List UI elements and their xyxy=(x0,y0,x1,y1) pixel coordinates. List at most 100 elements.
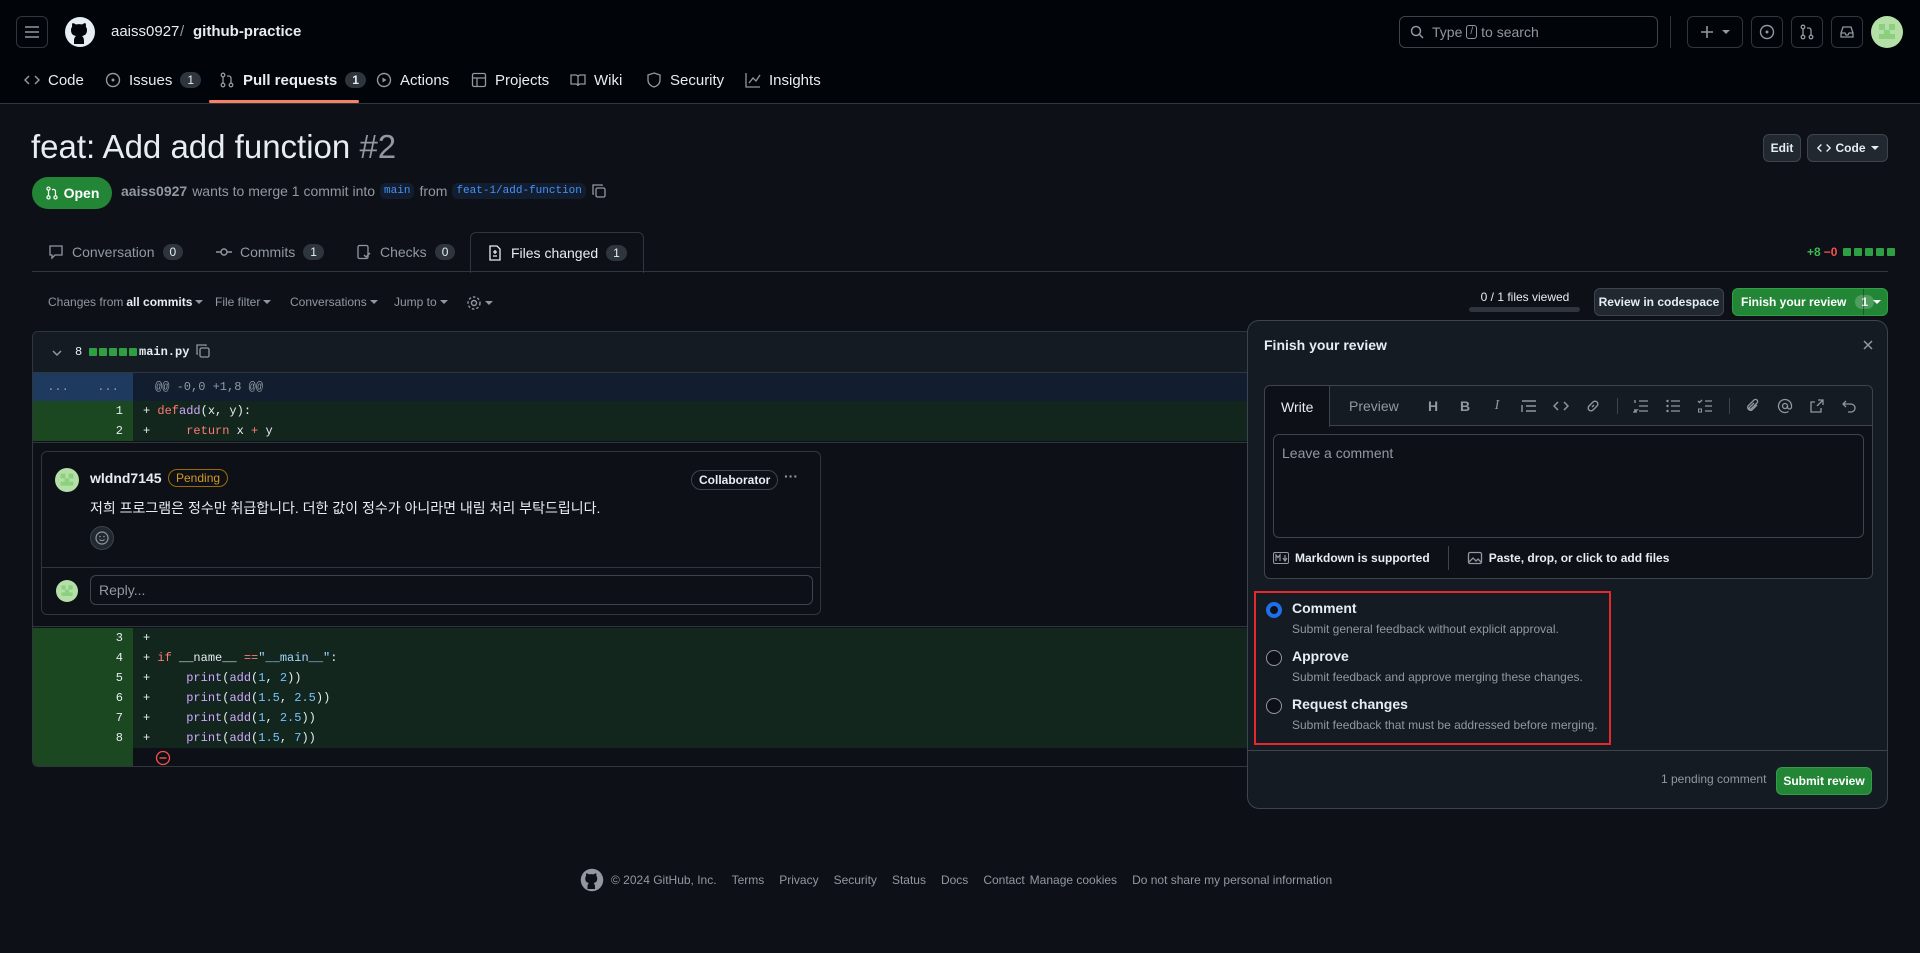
footer-link-docs[interactable]: Docs xyxy=(941,873,968,887)
chevron-down-icon xyxy=(263,300,272,304)
quote-icon[interactable] xyxy=(1521,398,1537,414)
editor-tabs: Write Preview H B I xyxy=(1265,386,1872,427)
panel-divider xyxy=(1248,750,1887,751)
shield-icon xyxy=(646,72,662,88)
option-request-changes[interactable]: Request changes Submit feedback that mus… xyxy=(1266,696,1598,732)
inbox-icon[interactable] xyxy=(1831,16,1863,48)
option-request-changes-desc: Submit feedback that must be addressed b… xyxy=(1292,718,1598,732)
search-icon xyxy=(1410,25,1424,39)
tab-checks[interactable]: Checks 0 xyxy=(340,232,471,272)
tab-issues[interactable]: Issues 1 xyxy=(105,70,202,90)
head-branch[interactable]: feat-1/add-function xyxy=(452,183,586,199)
book-icon xyxy=(570,72,586,88)
diff-settings-dropdown[interactable] xyxy=(466,295,493,311)
footer-link-status[interactable]: Status xyxy=(892,873,926,887)
repo-owner-link[interactable]: aaiss0927 xyxy=(111,23,179,40)
search-input[interactable]: Type / to search xyxy=(1399,16,1658,48)
jump-to-dropdown[interactable]: Jump to xyxy=(394,295,448,309)
user-avatar[interactable] xyxy=(1871,16,1903,48)
cross-reference-icon[interactable] xyxy=(1809,398,1825,414)
finish-review-panel: Finish your review Write Preview H B I L… xyxy=(1247,320,1888,809)
bold-icon[interactable]: B xyxy=(1457,398,1473,414)
review-comment: wldnd7145 Pending Collaborator ··· 저희 프로… xyxy=(41,451,821,615)
paperclip-icon[interactable] xyxy=(1745,398,1761,414)
tab-insights[interactable]: Insights xyxy=(745,70,821,90)
ordered-list-icon[interactable] xyxy=(1633,398,1649,414)
unordered-list-icon[interactable] xyxy=(1665,398,1681,414)
tab-commits[interactable]: Commits 1 xyxy=(200,232,340,272)
tab-pull-requests[interactable]: Pull requests 1 xyxy=(219,70,366,90)
task-list-icon[interactable] xyxy=(1697,398,1713,414)
role-badge: Collaborator xyxy=(691,470,779,490)
gear-icon xyxy=(466,295,482,311)
avatar xyxy=(56,580,78,602)
changes-from-dropdown[interactable]: Changes from all commits xyxy=(48,295,204,309)
page-footer: © 2024 GitHub, Inc. Terms Privacy Securi… xyxy=(580,868,1332,892)
github-logo-icon[interactable] xyxy=(64,16,96,48)
footer-link-security[interactable]: Security xyxy=(834,873,877,887)
avatar[interactable] xyxy=(55,468,79,492)
option-approve-desc: Submit feedback and approve merging thes… xyxy=(1292,670,1583,684)
footer-link-contact[interactable]: Contact xyxy=(983,873,1024,887)
hunk-right-expander: ... xyxy=(97,380,119,394)
tab-actions[interactable]: Actions xyxy=(376,70,449,90)
review-in-codespace-button[interactable]: Review in codespace xyxy=(1594,288,1724,316)
markdown-supported-link[interactable]: Markdown is supported xyxy=(1295,551,1430,565)
link-icon[interactable] xyxy=(1585,398,1601,414)
mention-icon[interactable] xyxy=(1777,398,1793,414)
code-dropdown-button[interactable]: Code xyxy=(1807,134,1888,162)
tab-projects[interactable]: Projects xyxy=(471,70,549,90)
footer-link-do-not-share[interactable]: Do not share my personal information xyxy=(1132,873,1332,887)
option-approve[interactable]: Approve Submit feedback and approve merg… xyxy=(1266,648,1583,684)
tab-code-label: Code xyxy=(48,71,84,89)
code-icon[interactable] xyxy=(1553,398,1569,414)
radio-approve[interactable] xyxy=(1266,650,1282,666)
footer-link-privacy[interactable]: Privacy xyxy=(779,873,818,887)
close-icon[interactable] xyxy=(1862,339,1874,351)
tab-files-changed[interactable]: Files changed 1 xyxy=(470,232,644,273)
reply-input[interactable]: Reply... xyxy=(90,575,813,605)
issues-icon xyxy=(105,72,121,88)
conversations-dropdown[interactable]: Conversations xyxy=(290,295,378,309)
file-filter-dropdown[interactable]: File filter xyxy=(215,295,272,309)
edit-button[interactable]: Edit xyxy=(1763,134,1801,162)
tab-security[interactable]: Security xyxy=(646,70,724,90)
copy-icon[interactable] xyxy=(591,183,607,199)
app-header: aaiss0927 / github-practice Type / to se… xyxy=(0,0,1920,104)
base-branch[interactable]: main xyxy=(380,183,415,199)
comment-textarea[interactable]: Leave a comment xyxy=(1273,434,1864,538)
comment-author[interactable]: wldnd7145 xyxy=(90,470,162,486)
radio-request-changes[interactable] xyxy=(1266,698,1282,714)
tab-code[interactable]: Code xyxy=(24,70,84,90)
create-new-button[interactable] xyxy=(1687,16,1743,48)
pull-requests-icon[interactable] xyxy=(1791,16,1823,48)
table-icon xyxy=(471,72,487,88)
pr-author-link[interactable]: aaiss0927 xyxy=(121,183,187,199)
option-comment[interactable]: Comment Submit general feedback without … xyxy=(1266,600,1559,636)
menu-icon[interactable] xyxy=(16,16,48,48)
chevron-down-icon[interactable] xyxy=(51,347,63,359)
tabs-border xyxy=(32,271,1888,272)
add-reaction-icon[interactable] xyxy=(90,526,114,550)
italic-icon[interactable]: I xyxy=(1489,398,1505,414)
radio-comment[interactable] xyxy=(1266,602,1282,618)
tab-write[interactable]: Write xyxy=(1265,386,1331,427)
attach-files-button[interactable]: Paste, drop, or click to add files xyxy=(1489,551,1670,565)
tab-conversation[interactable]: Conversation 0 xyxy=(32,232,199,272)
repo-name-link[interactable]: github-practice xyxy=(193,23,301,40)
footer-link-manage-cookies[interactable]: Manage cookies xyxy=(1030,873,1117,887)
footer-link-terms[interactable]: Terms xyxy=(732,873,765,887)
undo-icon[interactable] xyxy=(1841,398,1857,414)
file-name[interactable]: main.py xyxy=(139,345,189,359)
submit-review-button[interactable]: Submit review xyxy=(1776,767,1872,795)
more-options-icon[interactable]: ··· xyxy=(784,468,798,484)
github-logo-icon[interactable] xyxy=(580,868,604,892)
tab-files-label: Files changed xyxy=(511,245,599,261)
tab-preview[interactable]: Preview xyxy=(1333,386,1415,426)
tab-wiki[interactable]: Wiki xyxy=(570,70,622,90)
expand-lines-button[interactable]: ... ... xyxy=(33,373,133,401)
heading-icon[interactable]: H xyxy=(1425,398,1441,414)
finish-review-button[interactable]: Finish your review 1 xyxy=(1732,288,1888,316)
copy-icon[interactable] xyxy=(195,343,211,359)
issues-icon[interactable] xyxy=(1751,16,1783,48)
